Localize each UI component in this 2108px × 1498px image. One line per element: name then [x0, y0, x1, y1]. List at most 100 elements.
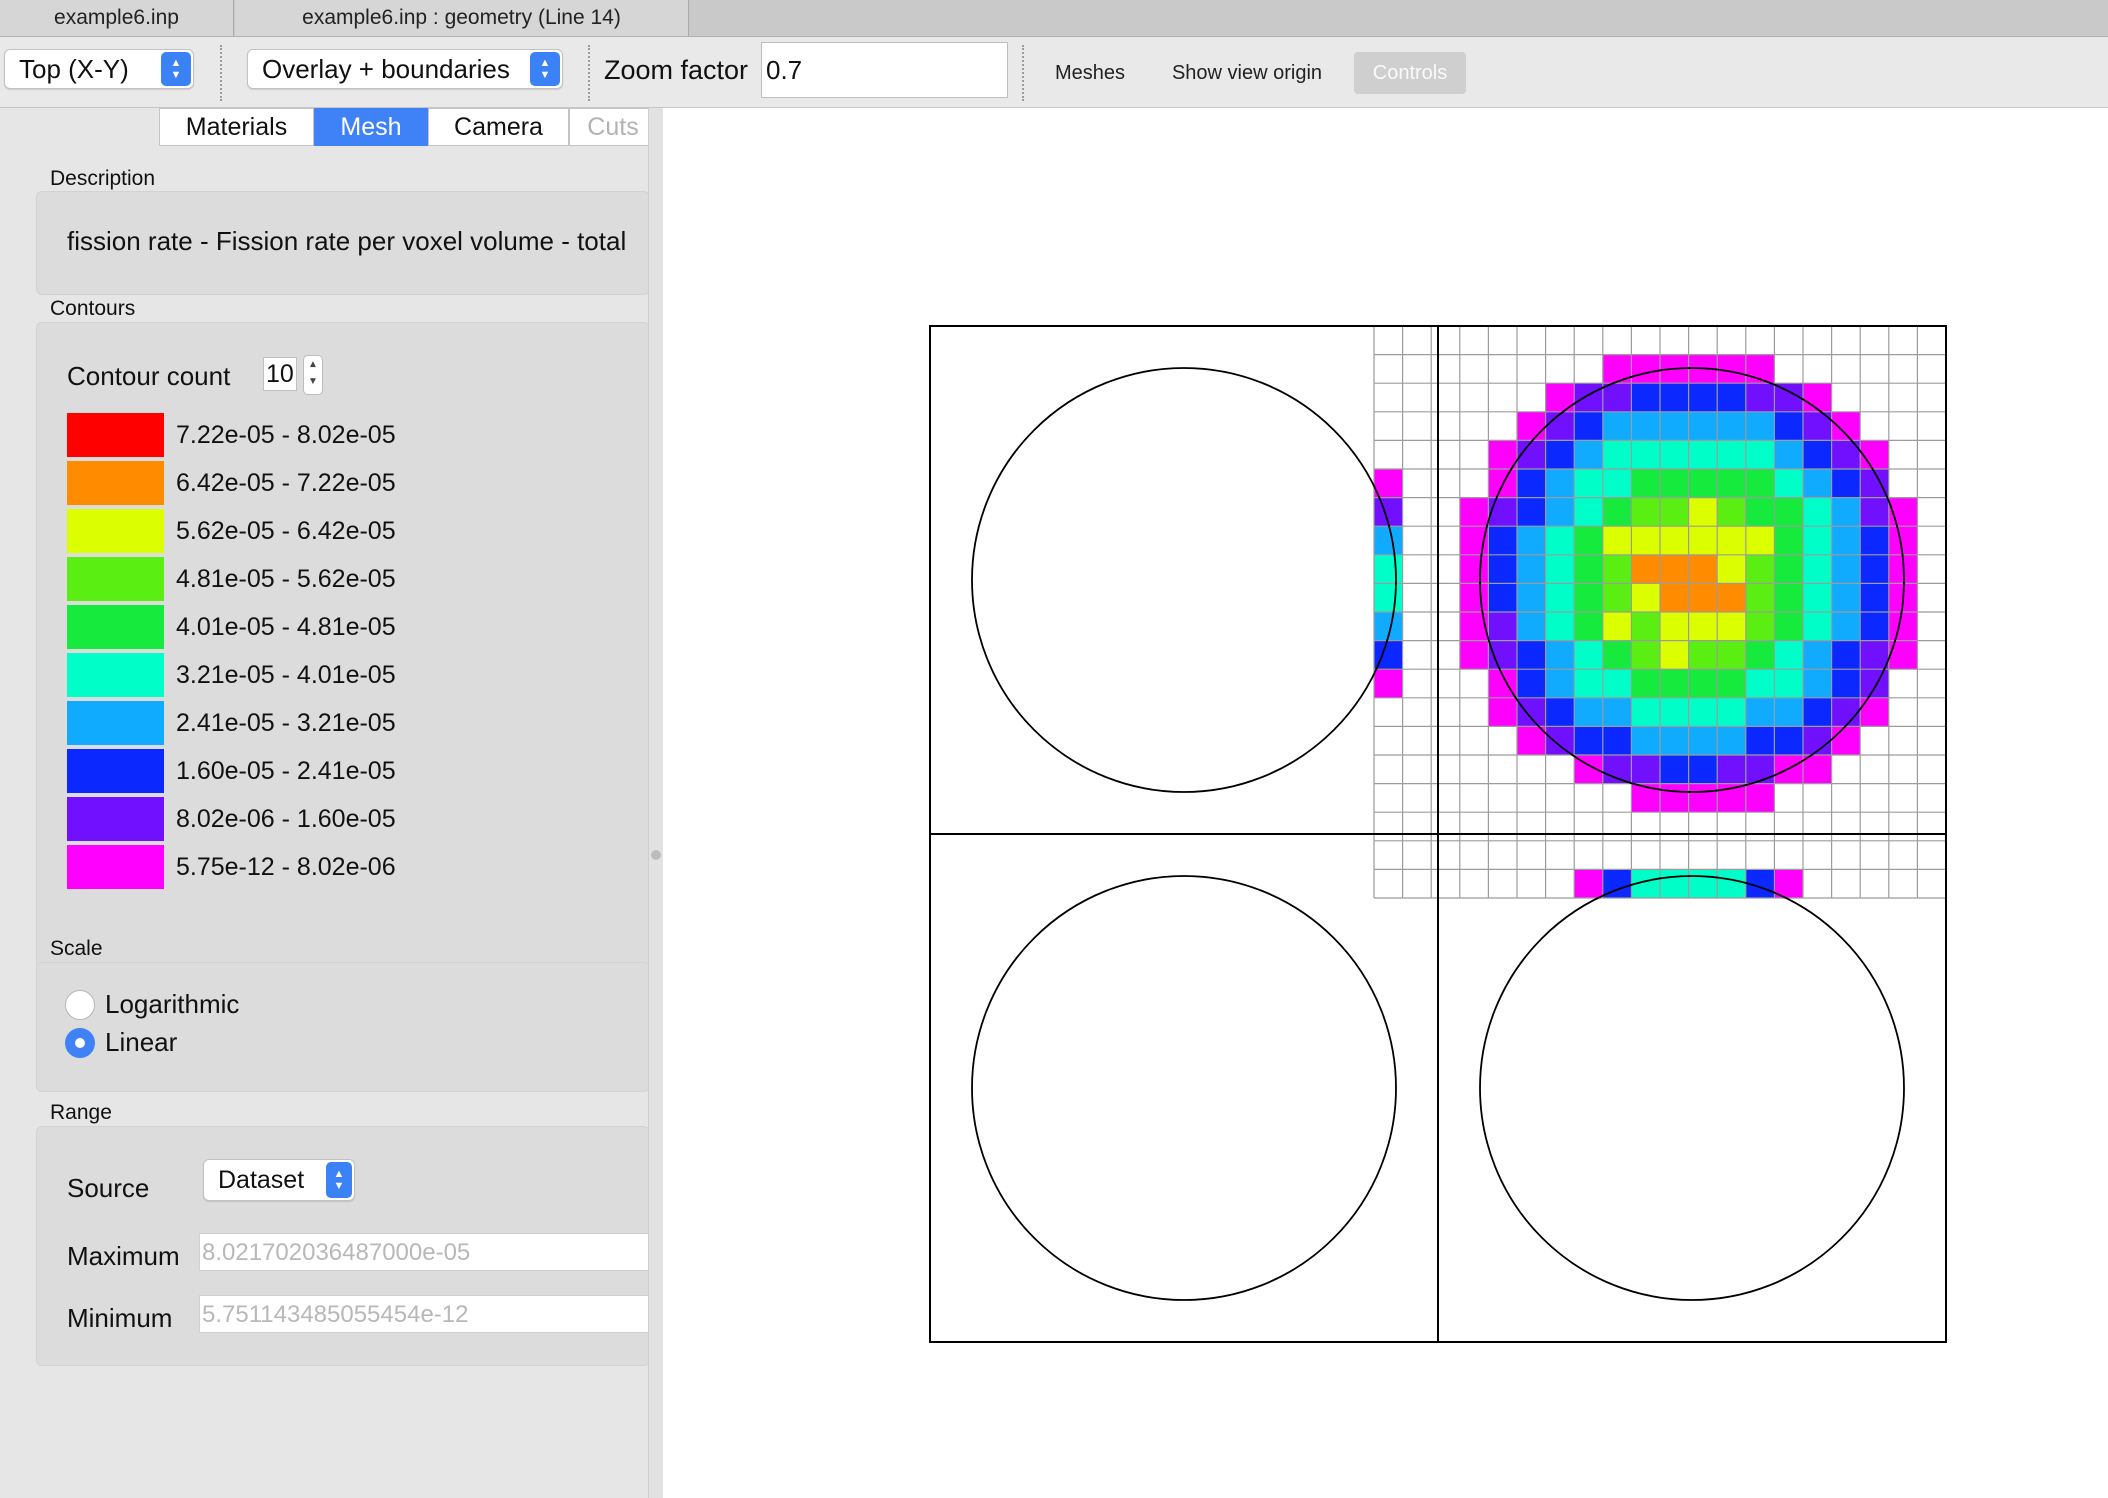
mesh-cell — [1803, 383, 1832, 412]
mesh-cell — [1459, 640, 1489, 670]
mesh-cell — [1745, 669, 1775, 698]
mesh-cell — [1517, 640, 1546, 670]
mesh-cell — [1688, 497, 1718, 527]
mesh-cell — [1374, 526, 1403, 555]
mesh-cell — [1660, 440, 1689, 469]
geometry-viewport[interactable] — [663, 108, 2108, 1498]
radio-button[interactable] — [65, 989, 95, 1020]
mesh-cell — [1745, 526, 1775, 555]
legend-range-text: 5.75e-12 - 8.02e-06 — [176, 852, 396, 881]
mesh-cell — [1517, 726, 1546, 755]
mesh-cell — [1717, 497, 1746, 527]
zoom-factor-label: Zoom factor — [604, 55, 749, 85]
mesh-cell — [1688, 383, 1718, 412]
tab-geometry[interactable]: example6.inp : geometry (Line 14) — [235, 0, 689, 36]
tab-cuts[interactable]: Cuts — [569, 108, 657, 146]
mesh-cell — [1831, 583, 1861, 612]
mesh-cell — [1631, 554, 1660, 584]
mesh-cell — [1660, 697, 1689, 727]
description-text: fission rate - Fission rate per voxel vo… — [67, 226, 627, 256]
show-view-origin-button[interactable]: Show view origin — [1158, 52, 1336, 94]
mesh-cell — [1888, 612, 1918, 641]
scale-section-label: Scale — [50, 937, 103, 960]
legend-swatch — [67, 605, 164, 649]
radio-label: Logarithmic — [105, 989, 240, 1019]
mesh-cell — [1660, 612, 1689, 641]
mesh-cell — [1803, 440, 1832, 469]
tab-camera[interactable]: Camera — [428, 108, 569, 146]
mesh-cell — [1488, 640, 1517, 670]
mesh-cell — [1688, 726, 1718, 755]
mesh-cell — [1803, 697, 1832, 727]
mesh-cell — [1545, 697, 1575, 727]
scale-box: Logarithmic Linear — [36, 962, 650, 1092]
zoom-factor-input[interactable] — [761, 42, 1008, 98]
mesh-cell — [1717, 612, 1746, 641]
tab-materials[interactable]: Materials — [159, 108, 314, 146]
splitter-handle-icon[interactable] — [651, 850, 661, 860]
overlay-mode-select[interactable]: Overlay + boundaries ▲ ▼ — [247, 49, 563, 89]
legend-row: 3.21e-05 - 4.01e-05 — [67, 653, 396, 697]
toolbar-separator — [1022, 45, 1024, 101]
mesh-cell — [1574, 440, 1603, 469]
mesh-cell — [1774, 411, 1803, 441]
legend-swatch — [67, 845, 164, 889]
view-direction-select[interactable]: Top (X-Y) ▲ ▼ — [4, 49, 194, 89]
mesh-cell — [1745, 583, 1775, 612]
contour-count-stepper[interactable]: ▲ ▼ — [303, 355, 323, 395]
mesh-cell — [1860, 640, 1889, 670]
mesh-cell — [1888, 526, 1918, 555]
tab-mesh[interactable]: Mesh — [314, 108, 428, 146]
mesh-cell — [1488, 497, 1517, 527]
mesh-cell — [1631, 640, 1660, 670]
mesh-cell — [1860, 440, 1889, 469]
meshes-button[interactable]: Meshes — [1040, 52, 1140, 94]
radio-linear[interactable]: Linear — [65, 1027, 177, 1058]
mesh-cell — [1488, 697, 1517, 727]
mesh-cell — [1745, 612, 1775, 641]
mesh-cell — [1574, 583, 1603, 612]
mesh-cell — [1831, 526, 1861, 555]
mesh-cell — [1660, 869, 1689, 898]
mesh-cell — [1517, 526, 1546, 555]
legend-range-text: 7.22e-05 - 8.02e-05 — [176, 420, 396, 449]
tab-example6-inp[interactable]: example6.inp — [0, 0, 234, 36]
mesh-cell — [1631, 726, 1660, 755]
mesh-cell — [1831, 497, 1861, 527]
mesh-cell — [1688, 554, 1718, 584]
maximum-input[interactable]: 8.021702036487000e-05 — [199, 1233, 649, 1271]
mesh-cell — [1517, 469, 1546, 498]
mesh-cell — [1545, 669, 1575, 698]
contour-count-input[interactable]: 10 — [263, 357, 297, 391]
mesh-cell — [1717, 411, 1746, 441]
panel-tabs: Materials Mesh Camera Cuts — [159, 108, 657, 146]
toolbar-separator — [588, 45, 590, 101]
radio-button-checked[interactable] — [65, 1027, 95, 1058]
panel-splitter[interactable] — [648, 108, 663, 1498]
mesh-cell — [1803, 526, 1832, 555]
mesh-cell — [1545, 554, 1575, 584]
range-source-select[interactable]: Dataset ▲ ▼ — [203, 1159, 355, 1201]
mesh-cell — [1631, 469, 1660, 498]
mesh-cell — [1688, 612, 1718, 641]
legend-row: 6.42e-05 - 7.22e-05 — [67, 461, 396, 505]
tab-label: example6.inp : geometry (Line 14) — [302, 6, 621, 29]
controls-button[interactable]: Controls — [1354, 52, 1466, 94]
mesh-cell — [1745, 554, 1775, 584]
mesh-cell — [1774, 726, 1803, 755]
mesh-cell — [1602, 726, 1632, 755]
geometry-canvas[interactable] — [663, 108, 2108, 1498]
mesh-cell — [1688, 440, 1718, 469]
radio-logarithmic[interactable]: Logarithmic — [65, 989, 239, 1020]
mesh-cell — [1574, 411, 1603, 441]
mesh-cell — [1688, 755, 1718, 784]
mesh-cell — [1745, 783, 1775, 813]
mesh-cell — [1545, 612, 1575, 641]
mesh-cell — [1602, 583, 1632, 612]
minimum-input[interactable]: 5.751143485055454e-12 — [199, 1295, 649, 1333]
legend-row: 5.62e-05 - 6.42e-05 — [67, 509, 396, 553]
legend-swatch — [67, 797, 164, 841]
mesh-cell — [1574, 469, 1603, 498]
legend-range-text: 4.81e-05 - 5.62e-05 — [176, 564, 396, 593]
legend-swatch — [67, 749, 164, 793]
